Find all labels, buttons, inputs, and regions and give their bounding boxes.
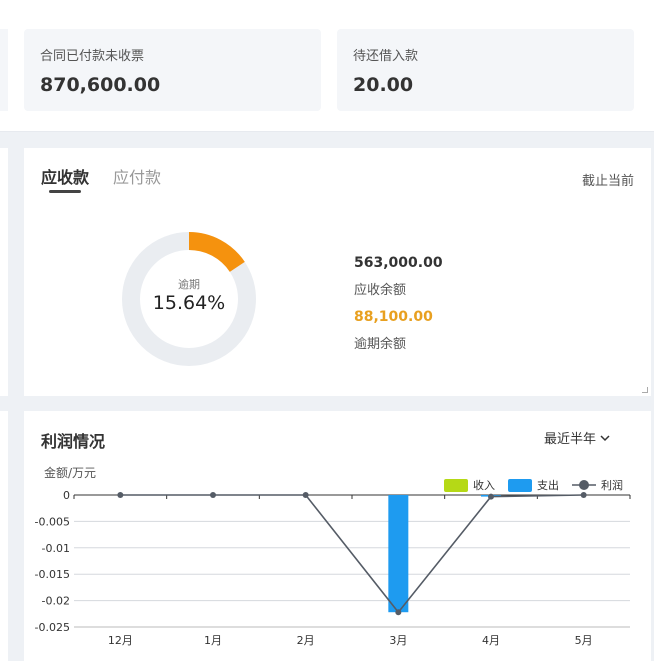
legend-label-利润: 利润 [601, 478, 623, 492]
overdue-value: 88,100.00 [354, 309, 433, 325]
summary-card-loan-repayable[interactable]: 待还借入款 20.00 [337, 29, 634, 111]
line-point [302, 492, 309, 498]
x-tick-label: 3月 [389, 634, 407, 647]
x-tick-label: 2月 [297, 634, 315, 647]
summary-strip: 合同已付款未收票 870,600.00 待还借入款 20.00 [0, 0, 654, 132]
x-tick-label: 1月 [204, 634, 222, 647]
bar-支出 [388, 495, 409, 613]
receivables-panel: 应收款 应付款 截止当前 逾期 15.64% 563,000.00 应收余额 8… [24, 148, 651, 396]
summary-card-value: 20.00 [353, 74, 414, 96]
tab-receivables[interactable]: 应收款 [41, 164, 89, 188]
y-axis-label: 金额/万元 [44, 465, 96, 480]
left-panel-partial [0, 148, 8, 396]
donut-center-value: 15.64% [152, 292, 226, 314]
line-point [488, 493, 494, 500]
x-tick-label: 4月 [482, 634, 500, 647]
legend-label-收入: 收入 [473, 478, 495, 492]
profit-panel: 利润情况 最近半年 金额/万元 0 -0.005 -0.01 -0.015 -0.02 -0… [24, 411, 651, 661]
legend-label-支出: 支出 [537, 478, 559, 492]
x-tick-label: 5月 [575, 634, 593, 647]
line-point [395, 609, 402, 616]
donut-center-label: 逾期 [178, 278, 200, 291]
balance-label: 应收余额 [354, 283, 407, 298]
legend-swatch-收入 [444, 479, 468, 492]
y-tick-label: -0.01 [42, 542, 70, 555]
active-tab-indicator [49, 190, 81, 193]
summary-card-label: 合同已付款未收票 [40, 49, 145, 64]
as-of-label: 截止当前 [581, 174, 634, 189]
legend-marker-利润 [579, 480, 589, 490]
line-point [210, 492, 216, 498]
y-tick-label: -0.015 [35, 568, 70, 581]
profit-chart: 金额/万元 0 -0.005 -0.01 -0.015 -0.02 -0.025 12月 1月 2… [35, 465, 631, 647]
line-point [117, 492, 124, 498]
y-tick-label: 0 [63, 489, 70, 502]
overdue-label: 逾期余额 [354, 337, 407, 352]
x-tick-label: 12月 [108, 634, 133, 647]
line-利润 [120, 494, 584, 614]
left-panel-partial [0, 411, 8, 661]
line-point [580, 492, 587, 498]
summary-card-partial [0, 29, 8, 111]
tab-payables[interactable]: 应付款 [113, 164, 161, 188]
y-tick-label: -0.005 [35, 515, 70, 528]
summary-card-value: 870,600.00 [40, 74, 161, 96]
resize-handle[interactable] [642, 387, 648, 393]
balance-value: 563,000.00 [354, 255, 443, 271]
y-tick-label: -0.025 [35, 621, 70, 634]
summary-card-label: 待还借入款 [353, 49, 419, 64]
dashboard-page: 合同已付款未收票 870,600.00 待还借入款 20.00 应收款 应付款 … [0, 0, 654, 661]
y-tick-label: -0.02 [42, 595, 70, 608]
legend-swatch-支出 [508, 479, 532, 492]
summary-card-paid-uninvoiced[interactable]: 合同已付款未收票 870,600.00 [24, 29, 321, 111]
